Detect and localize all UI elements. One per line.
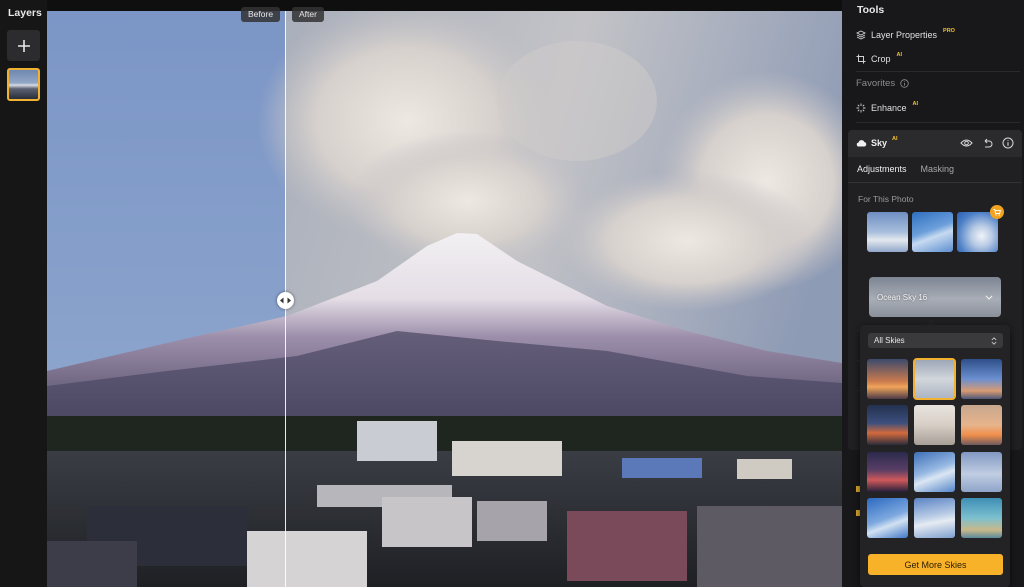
ai-badge: AI bbox=[896, 52, 903, 58]
undo-icon[interactable] bbox=[982, 137, 993, 149]
get-more-skies-button[interactable]: Get More Skies bbox=[868, 554, 1003, 575]
sky-title-text: Sky bbox=[871, 138, 888, 148]
sky-filter-select[interactable]: All Skies bbox=[868, 333, 1003, 348]
cart-badge[interactable] bbox=[990, 205, 1004, 219]
cloud-icon bbox=[856, 140, 867, 147]
crop-icon bbox=[856, 54, 866, 64]
split-drag-handle[interactable] bbox=[277, 292, 294, 309]
layers-panel: Layers bbox=[0, 0, 47, 587]
tool-label: Layer Properties bbox=[871, 30, 938, 40]
cart-icon bbox=[993, 208, 1001, 216]
selected-sky-name: Ocean Sky 16 bbox=[877, 292, 928, 302]
divider bbox=[856, 122, 1020, 123]
sky-selector-dropdown[interactable]: Ocean Sky 16 bbox=[869, 277, 1001, 317]
sky-option-thumbnail[interactable] bbox=[914, 405, 955, 445]
add-layer-button[interactable] bbox=[7, 30, 40, 61]
tool-layer-properties[interactable]: Layer Properties PRO bbox=[856, 27, 955, 43]
after-label: After bbox=[292, 7, 324, 22]
eye-icon[interactable] bbox=[960, 137, 973, 149]
tool-crop[interactable]: Crop AI bbox=[856, 51, 902, 67]
ai-badge: AI bbox=[912, 101, 919, 107]
plus-icon bbox=[17, 39, 30, 52]
tool-label: Enhance bbox=[871, 103, 907, 113]
tool-enhance[interactable]: Enhance AI bbox=[856, 100, 918, 116]
sky-option-thumbnail[interactable] bbox=[914, 452, 955, 492]
favorites-label: Favorites bbox=[856, 78, 896, 89]
sky-option-thumbnail[interactable] bbox=[961, 405, 1002, 445]
sky-tool-header: Sky AI bbox=[848, 130, 1022, 157]
layers-icon bbox=[856, 30, 866, 40]
sky-sub-tabs: Adjustments Masking bbox=[857, 164, 954, 174]
ai-badge: AI bbox=[892, 136, 898, 142]
favorites-header: Favorites bbox=[856, 78, 909, 89]
sky-filter-value: All Skies bbox=[874, 336, 905, 345]
sky-header-actions bbox=[960, 137, 1014, 149]
suggested-sky-thumbnail[interactable] bbox=[957, 212, 998, 252]
sky-option-thumbnail[interactable] bbox=[961, 498, 1002, 538]
sparkle-icon bbox=[856, 103, 866, 113]
chevron-down-icon bbox=[985, 294, 993, 300]
for-this-photo-label: For This Photo bbox=[858, 194, 914, 204]
sky-option-thumbnail[interactable] bbox=[867, 452, 908, 492]
tab-adjustments[interactable]: Adjustments bbox=[857, 164, 907, 174]
layers-title: Layers bbox=[8, 7, 42, 19]
sky-option-thumbnail[interactable] bbox=[867, 498, 908, 538]
suggested-sky-thumbnail[interactable] bbox=[867, 212, 908, 252]
divider bbox=[856, 71, 1020, 72]
sky-option-thumbnail[interactable] bbox=[913, 358, 956, 400]
photo-canvas[interactable] bbox=[47, 11, 842, 587]
before-label: Before bbox=[241, 7, 281, 22]
info-icon[interactable] bbox=[900, 79, 909, 88]
layer-thumbnail[interactable] bbox=[7, 68, 40, 101]
info-icon[interactable] bbox=[1002, 137, 1014, 149]
sky-option-thumbnail[interactable] bbox=[961, 452, 1002, 492]
sky-option-thumbnail[interactable] bbox=[914, 498, 955, 538]
suggested-sky-thumbnail[interactable] bbox=[912, 212, 953, 252]
sky-option-thumbnail[interactable] bbox=[867, 359, 908, 399]
sky-option-thumbnail[interactable] bbox=[867, 405, 908, 445]
sky-option-thumbnail[interactable] bbox=[961, 359, 1002, 399]
updown-chevron-icon bbox=[991, 336, 997, 345]
tools-title: Tools bbox=[857, 4, 885, 16]
tool-label: Crop bbox=[871, 54, 891, 64]
tabs-divider bbox=[848, 182, 1022, 183]
drag-arrows-icon bbox=[280, 297, 291, 304]
sky-picker-popup: All Skies Get More Skies bbox=[860, 325, 1010, 587]
sky-title: Sky AI bbox=[856, 136, 898, 148]
photo-image bbox=[47, 11, 842, 587]
pro-badge: PRO bbox=[943, 28, 955, 34]
tab-masking[interactable]: Masking bbox=[921, 164, 955, 174]
